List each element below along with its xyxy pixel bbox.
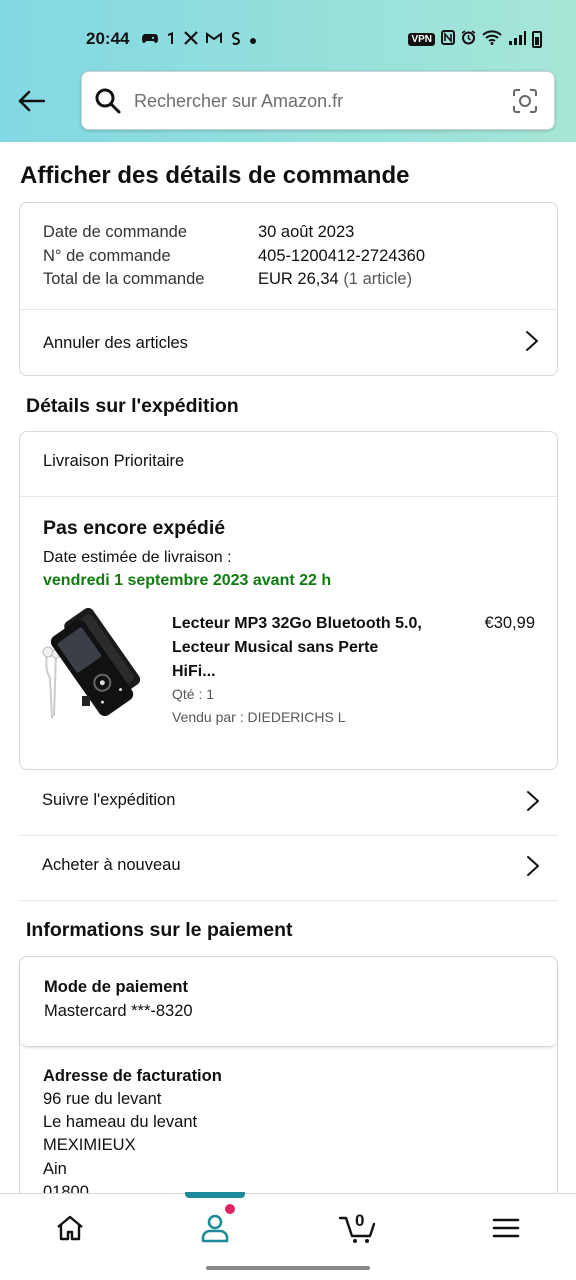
billing-address-title: Adresse de facturation: [43, 1067, 222, 1085]
estimated-delivery-label: Date estimée de livraison :: [43, 549, 232, 566]
order-total-value: EUR 26,34 (1 article): [258, 270, 412, 289]
app-header: 20:44 VPN Rechercher sur Amazon.fr: [0, 0, 576, 142]
signal-icon: [508, 30, 526, 48]
shipment-card: Livraison Prioritaire Pas encore expédié…: [19, 431, 558, 770]
status-bar: 20:44 VPN: [0, 22, 576, 56]
order-date-label: Date de commande: [43, 223, 187, 241]
nav-cart[interactable]: 0: [338, 1208, 378, 1248]
search-input[interactable]: Rechercher sur Amazon.fr: [134, 91, 343, 112]
payment-method-box: Mode de paiement Mastercard ***-8320: [20, 957, 557, 1047]
shipment-status: Pas encore expédié: [43, 517, 226, 539]
nav-home[interactable]: [50, 1208, 90, 1248]
search-bar[interactable]: Rechercher sur Amazon.fr: [81, 71, 555, 130]
search-icon: [94, 87, 122, 120]
payment-method-title: Mode de paiement: [44, 978, 188, 996]
order-summary-card: Date de commande 30 août 2023 N° de comm…: [19, 202, 558, 376]
x-app-icon: [184, 30, 198, 48]
shipping-section-title: Détails sur l'expédition: [26, 395, 239, 417]
cancel-items-row[interactable]: Annuler des articles: [20, 310, 557, 376]
page-title: Afficher des détails de commande: [20, 162, 410, 189]
more-notifications-dot-icon: [250, 31, 256, 47]
product-title-link[interactable]: Lecteur MP3 32Go Bluetooth 5.0, Lecteur …: [172, 612, 422, 684]
game-controller-icon: [142, 31, 158, 47]
product-quantity: Qté : 1: [172, 686, 215, 702]
status-time: 20:44: [86, 29, 130, 48]
bottom-navigation: 0: [0, 1192, 576, 1260]
chevron-right-icon: [525, 330, 539, 357]
alarm-icon: [461, 30, 476, 48]
divider: [19, 900, 558, 901]
delivery-type: Livraison Prioritaire: [43, 452, 185, 470]
nfc-icon: [441, 30, 455, 48]
order-date-value: 30 août 2023: [258, 223, 355, 241]
cart-count: 0: [355, 1211, 365, 1230]
nav-account[interactable]: [195, 1208, 235, 1248]
system-status-icons: VPN: [408, 30, 542, 48]
order-number-label: N° de commande: [43, 247, 171, 265]
product-image[interactable]: [42, 607, 150, 720]
chevron-right-icon: [526, 790, 540, 817]
product-price: €30,99: [484, 614, 535, 632]
payment-method-value: Mastercard ***-8320: [44, 1002, 193, 1020]
billing-address-line: MEXIMIEUX: [43, 1136, 136, 1154]
payment-section-title: Informations sur le paiement: [26, 919, 293, 941]
nav-menu[interactable]: [486, 1208, 526, 1248]
notification-icons: [142, 30, 256, 48]
wifi-icon: [482, 30, 502, 48]
billing-address-line: Le hameau du levant: [43, 1113, 198, 1131]
billing-address-line: Ain: [43, 1160, 67, 1178]
order-total-label: Total de la commande: [43, 270, 205, 288]
home-gesture-bar[interactable]: [206, 1266, 370, 1270]
gmail-icon: [206, 31, 222, 47]
app-notification-icon: [166, 31, 176, 48]
battery-icon: [532, 30, 542, 48]
back-button[interactable]: [14, 84, 48, 118]
buy-again-label: Acheter à nouveau: [42, 856, 181, 874]
notification-dot: [225, 1204, 235, 1214]
track-shipment-row[interactable]: Suivre l'expédition: [19, 770, 558, 835]
shazam-icon: [230, 31, 242, 48]
estimated-delivery-date: vendredi 1 septembre 2023 avant 22 h: [43, 572, 332, 589]
active-tab-indicator: [185, 1192, 245, 1198]
product-seller: Vendu par : DIEDERICHS L: [172, 709, 346, 725]
divider: [20, 496, 557, 497]
cancel-items-label: Annuler des articles: [43, 333, 188, 352]
home-icon: [57, 1215, 83, 1241]
account-icon: [201, 1214, 229, 1243]
track-shipment-label: Suivre l'expédition: [42, 791, 176, 809]
order-number-value: 405-1200412-2724360: [258, 247, 425, 265]
billing-address-line: 96 rue du levant: [43, 1090, 162, 1108]
order-total-count: (1 article): [343, 270, 413, 288]
buy-again-row[interactable]: Acheter à nouveau: [19, 835, 558, 900]
chevron-right-icon: [526, 855, 540, 882]
hamburger-menu-icon: [492, 1218, 520, 1238]
camera-search-icon[interactable]: [512, 88, 538, 119]
vpn-badge: VPN: [408, 32, 435, 46]
gesture-area: [0, 1260, 576, 1280]
order-total-amount: EUR 26,34: [258, 270, 339, 288]
back-arrow-icon: [18, 90, 45, 112]
